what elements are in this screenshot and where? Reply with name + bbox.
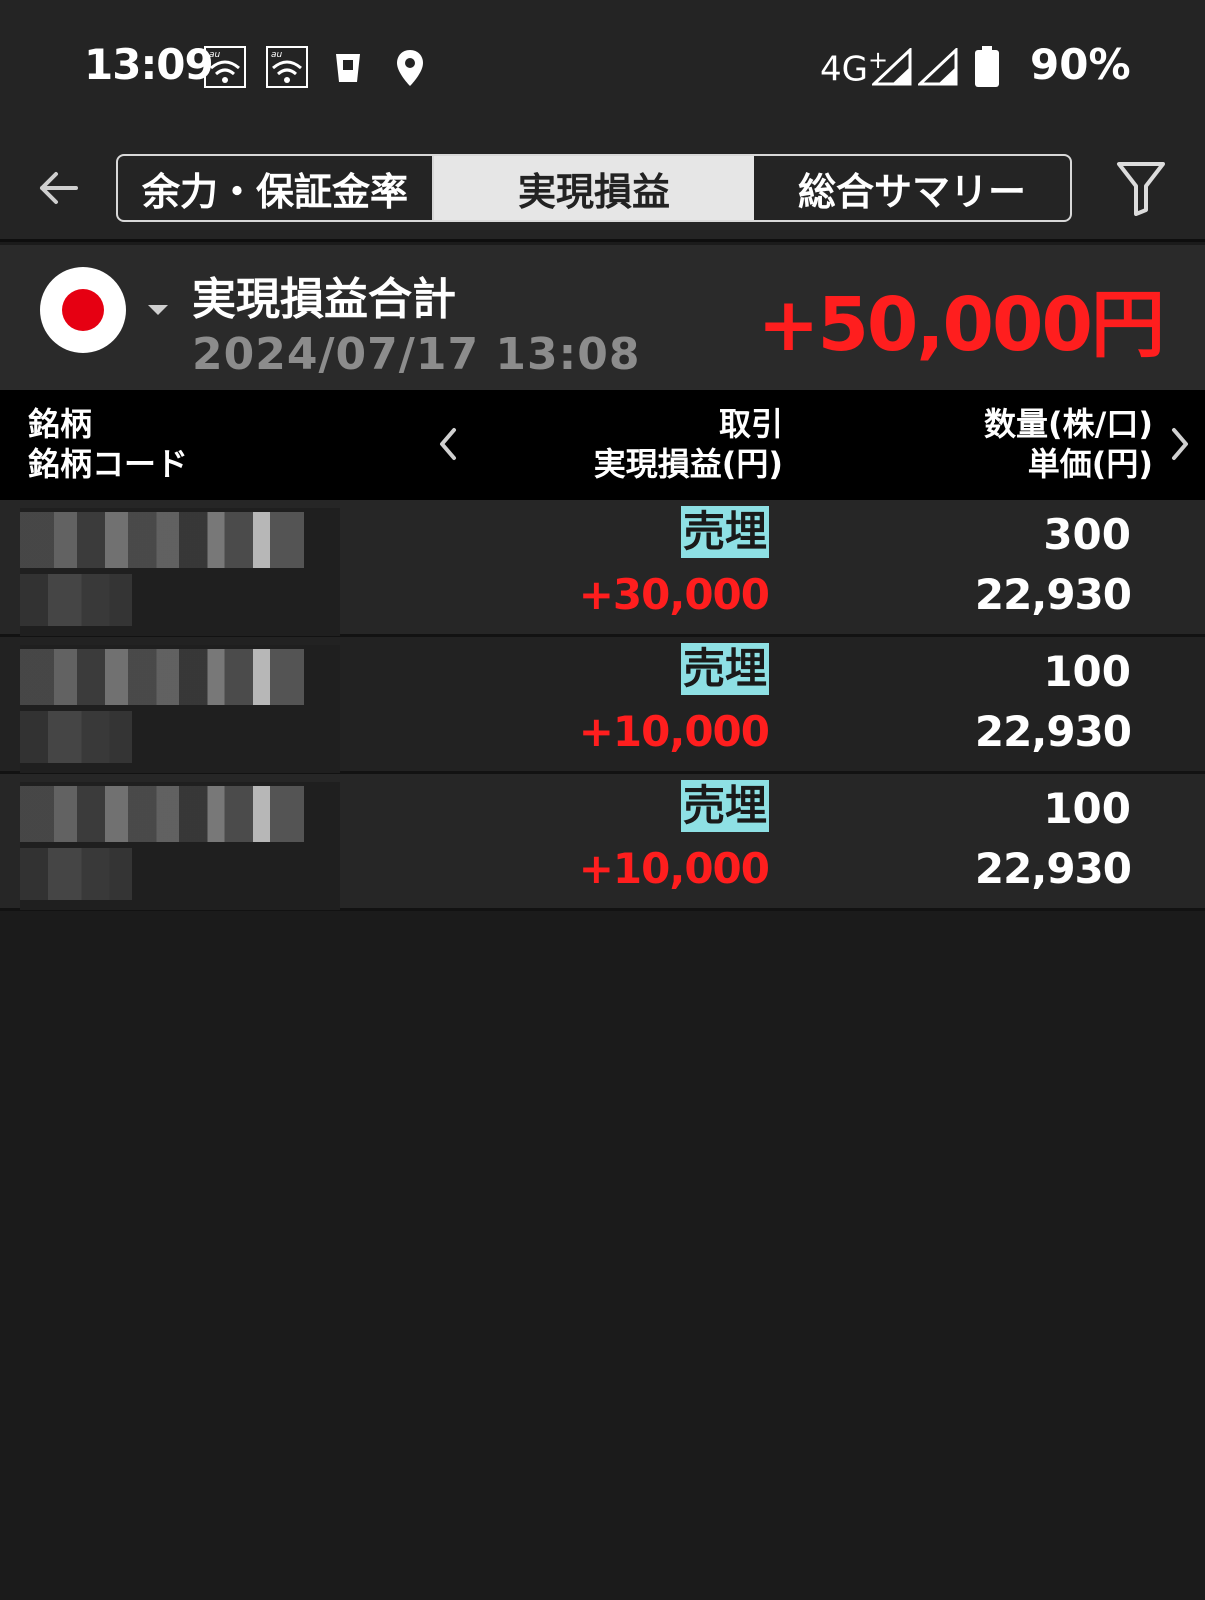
redacted-stock-name [20,508,340,636]
location-pin-icon [397,50,423,86]
summary-total: +50,000円 [757,282,1165,368]
signal-icon [918,48,958,86]
realized-pl: +30,000 [578,570,770,619]
trade-type-badge: 売埋 [680,643,769,695]
column-qty-price: 数量(株/口) 単価(円) [984,405,1153,483]
chevron-right-icon[interactable] [1166,424,1194,464]
tab-summary[interactable]: 総合サマリー [754,156,1070,220]
cup-icon [336,54,360,82]
chevron-left-icon[interactable] [434,424,462,464]
segmented-tabs: 余力・保証金率 実現損益 総合サマリー [116,154,1072,222]
summary-title: 実現損益合計 [192,274,456,325]
au-wifi-icon: au [204,46,246,88]
status-bar: 13:09 au au 4G+ 90% [0,0,1205,130]
column-header: 銘柄 銘柄コード 取引 実現損益(円) 数量(株/口) 単価(円) [0,390,1205,500]
table-row[interactable]: 売埋 +10,000 100 22,930 [0,774,1205,911]
realized-pl: +10,000 [578,844,770,893]
svg-text:au: au [271,50,283,60]
tab-realized-pl[interactable]: 実現損益 [434,156,754,220]
trade-list: 売埋 +30,000 300 22,930 売埋 +10,000 100 22,… [0,500,1205,911]
quantity: 100 [1043,784,1131,833]
svg-text:au: au [209,50,221,60]
battery-icon [975,46,999,87]
table-row[interactable]: 売埋 +30,000 300 22,930 [0,500,1205,637]
unit-price: 22,930 [974,844,1132,893]
tab-header: 余力・保証金率 実現損益 総合サマリー [0,130,1205,242]
trade-type-badge: 売埋 [680,780,769,832]
summary-datetime: 2024/07/17 13:08 [192,329,641,380]
trade-type-badge: 売埋 [680,506,769,558]
unit-price: 22,930 [974,570,1132,619]
signal-icon [872,48,912,86]
column-stock: 銘柄 銘柄コード [28,405,189,483]
unit-price: 22,930 [974,707,1132,756]
tab-margin-ratio[interactable]: 余力・保証金率 [118,156,434,220]
redacted-stock-name [20,782,340,910]
japan-flag-icon[interactable] [40,267,126,353]
realized-pl: +10,000 [578,707,770,756]
battery-percent: 90% [1030,40,1131,89]
filter-icon[interactable] [1116,160,1166,216]
au-wifi-icon: au [266,46,308,88]
status-time: 13:09 [84,40,214,89]
table-row[interactable]: 売埋 +10,000 100 22,930 [0,637,1205,774]
dropdown-caret-icon[interactable] [148,305,168,315]
column-trade-pl: 取引 実現損益(円) [593,405,783,483]
quantity: 300 [1043,510,1131,559]
back-arrow-icon[interactable] [36,166,80,210]
pl-summary: 実現損益合計 2024/07/17 13:08 +50,000円 [0,245,1205,390]
redacted-stock-name [20,645,340,773]
quantity: 100 [1043,647,1131,696]
